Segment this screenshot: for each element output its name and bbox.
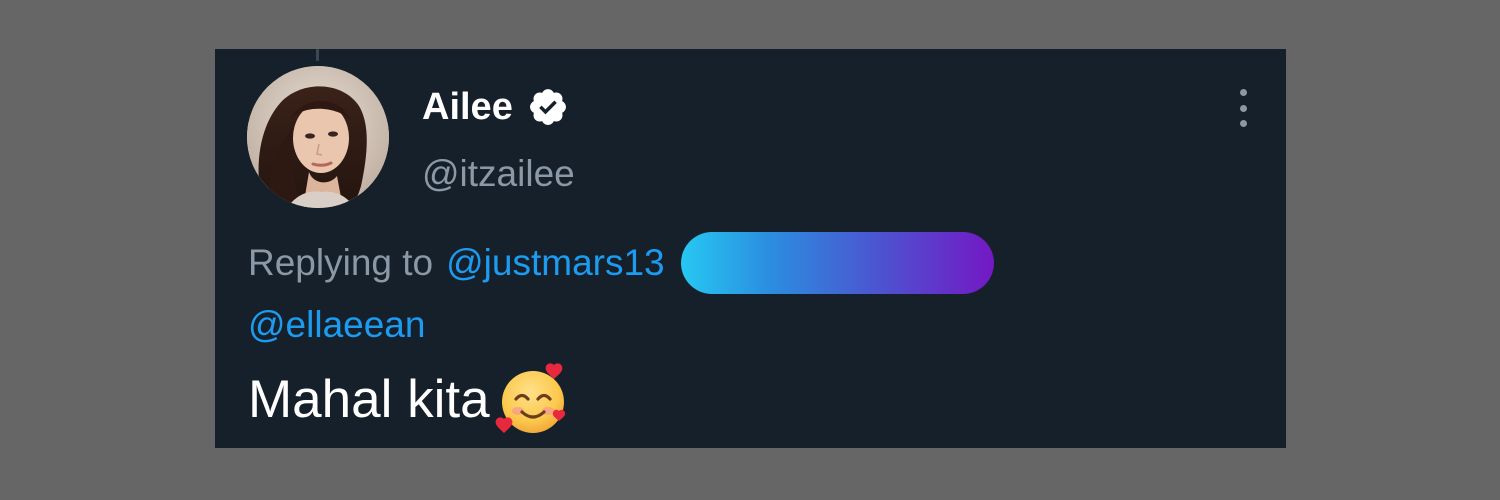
verified-badge-icon <box>527 86 569 128</box>
thread-connector-line <box>316 49 319 61</box>
more-vertical-icon-dot <box>1239 104 1247 112</box>
tweet-text: Mahal kita <box>248 363 572 433</box>
more-options-button[interactable] <box>1229 89 1257 127</box>
avatar-image <box>247 66 389 208</box>
author-handle[interactable]: @itzailee <box>422 151 575 197</box>
more-vertical-icon <box>1239 89 1247 96</box>
smiling-face-with-hearts-emoji <box>494 361 572 439</box>
mention-link-ellaeean[interactable]: @ellaeean <box>248 302 425 348</box>
author-display-name[interactable]: Ailee <box>422 83 513 131</box>
replying-to-label: Replying to <box>248 242 434 283</box>
mention-link-justmars13[interactable]: @justmars13 <box>446 240 665 286</box>
more-vertical-icon-dot <box>1239 120 1247 127</box>
redacted-mention-overlay <box>680 232 994 294</box>
tweet-card[interactable]: Ailee @itzailee Replying to @justmars13 … <box>215 49 1286 448</box>
replying-to-line: Replying to @justmars13 <box>248 232 994 294</box>
avatar[interactable] <box>247 66 389 208</box>
tweet-body-text: Mahal kita <box>248 370 490 429</box>
author-name-row: Ailee <box>422 83 569 131</box>
